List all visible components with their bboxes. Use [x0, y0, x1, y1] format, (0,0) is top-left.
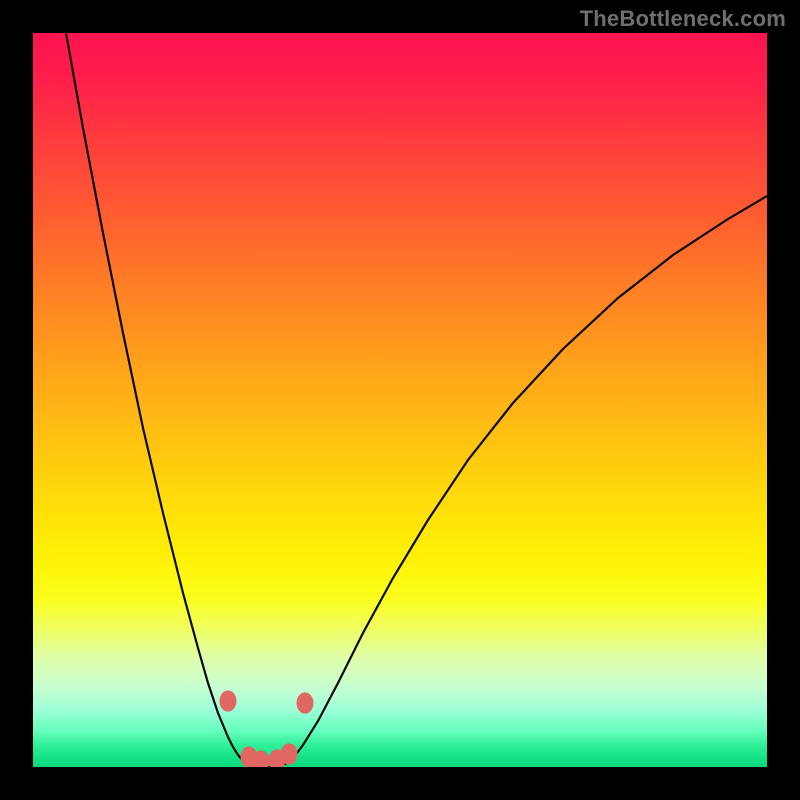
curve-layer [33, 33, 767, 767]
chart-frame: TheBottleneck.com [0, 0, 800, 800]
marker-group [220, 690, 314, 767]
bottleneck-curve [66, 33, 767, 767]
data-marker [281, 743, 298, 764]
data-marker [297, 692, 314, 713]
watermark-text: TheBottleneck.com [580, 6, 786, 32]
data-marker [220, 690, 237, 711]
plot-area [33, 33, 767, 767]
